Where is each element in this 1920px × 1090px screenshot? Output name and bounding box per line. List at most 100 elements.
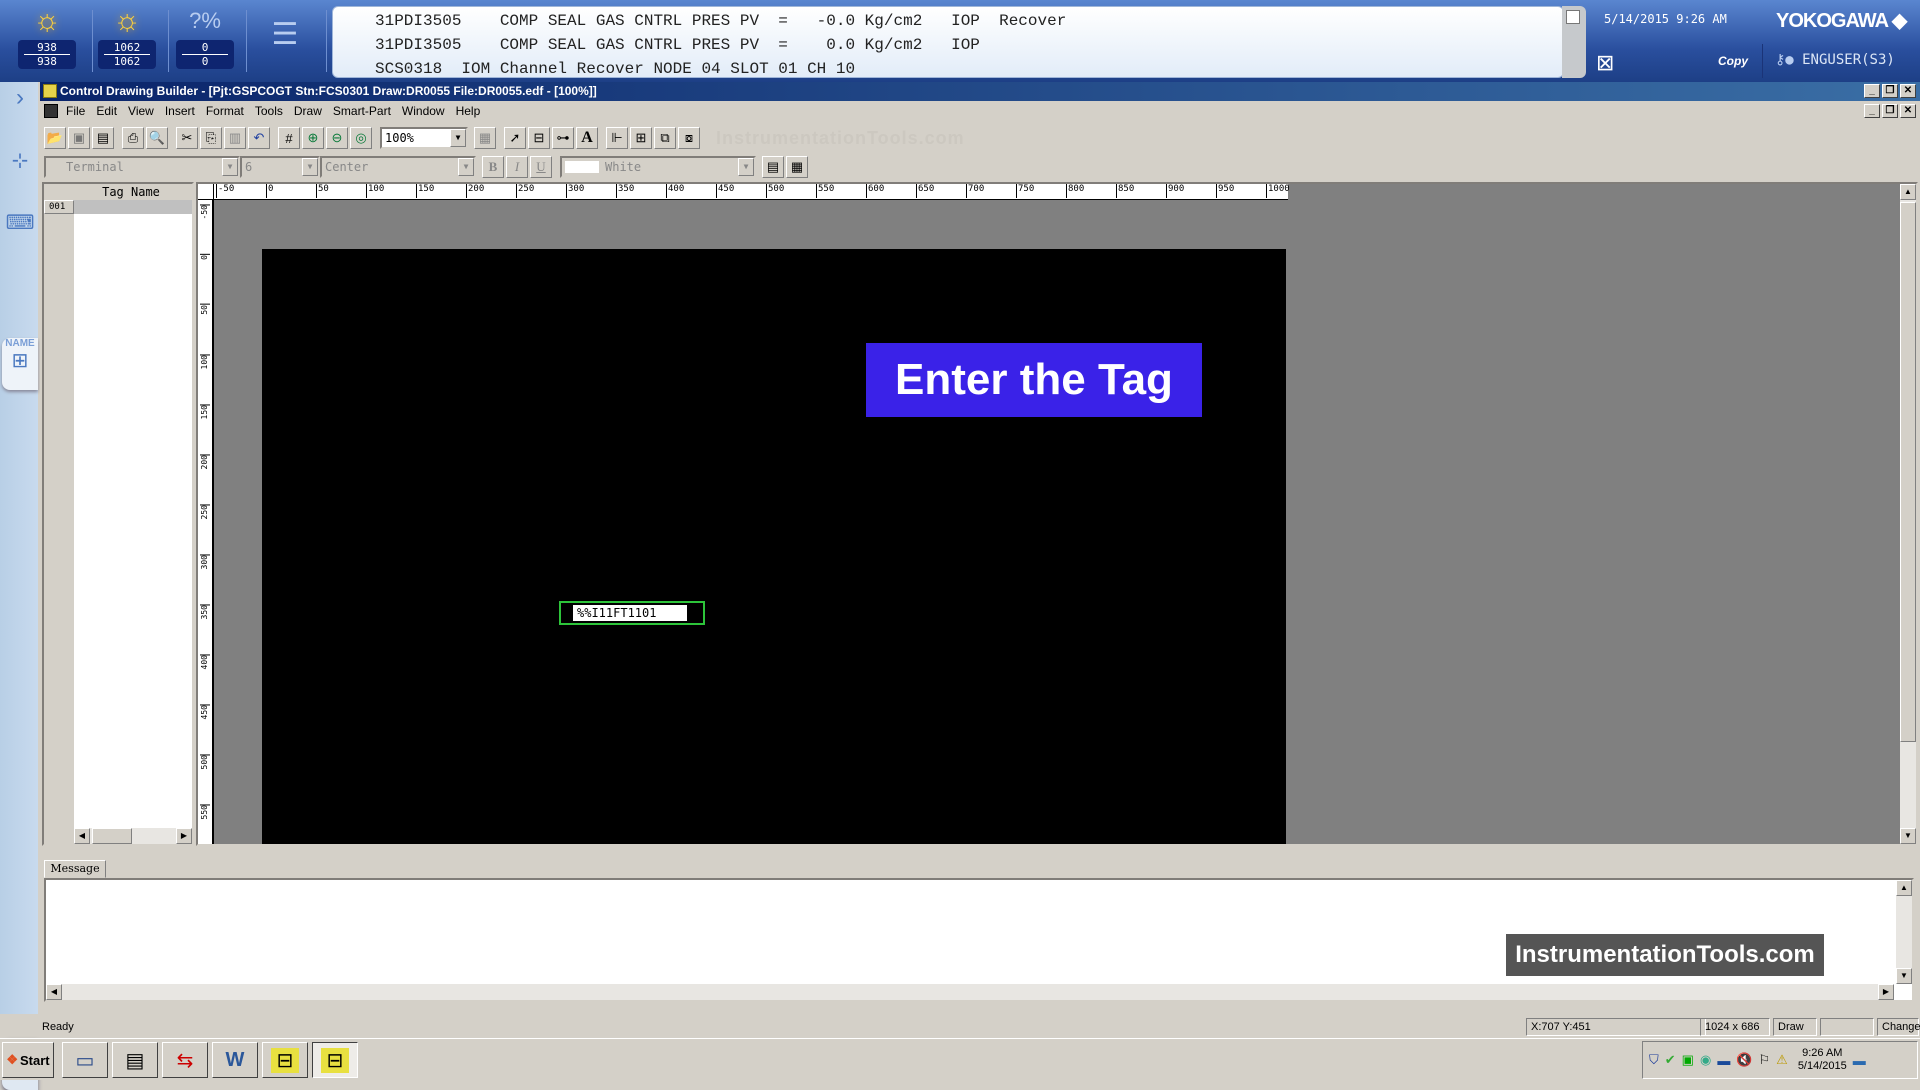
drawing-sheet[interactable]: Enter the Tag %%I11FT1101 bbox=[262, 249, 1286, 844]
close-button[interactable]: ✕ bbox=[1900, 84, 1916, 98]
scroll-right-button[interactable]: ▶ bbox=[1878, 984, 1894, 1000]
print-button[interactable]: ⎙ bbox=[122, 127, 144, 149]
properties-button[interactable]: ▦ bbox=[474, 127, 496, 149]
menu-draw[interactable]: Draw bbox=[294, 104, 322, 118]
cut-button[interactable]: ✂ bbox=[176, 127, 198, 149]
zoom-select[interactable]: 100% ▼ bbox=[380, 127, 468, 149]
font-size-select[interactable]: 6 ▼ bbox=[240, 156, 320, 178]
menu-tools[interactable]: Tools bbox=[255, 104, 283, 118]
menu-insert[interactable]: Insert bbox=[165, 104, 195, 118]
action-center-flag-icon[interactable]: ⚐ bbox=[1759, 1052, 1771, 1068]
zoom-in-button[interactable]: ⊕ bbox=[302, 127, 324, 149]
usb-safe-remove-icon[interactable]: ✔ bbox=[1665, 1052, 1676, 1068]
taskbar-clock[interactable]: 9:26 AM 5/14/2015 bbox=[1798, 1047, 1847, 1073]
doc-minimize-button[interactable]: _ bbox=[1864, 104, 1880, 118]
title-bar[interactable]: Control Drawing Builder - [Pjt:GSPCOGT S… bbox=[40, 82, 1920, 101]
horizontal-scrollbar[interactable]: ◀ ▶ bbox=[74, 828, 192, 844]
hardcopy-disabled-icon[interactable]: ⊠ bbox=[1596, 50, 1614, 76]
italic-button[interactable]: I bbox=[506, 156, 528, 178]
taskbar-word-app[interactable]: W bbox=[212, 1042, 258, 1078]
menu-smart-part[interactable]: Smart-Part bbox=[333, 104, 391, 118]
alarm-message[interactable]: 31PDI3505 COMP SEAL GAS CNTRL PRES PV = … bbox=[375, 33, 1563, 57]
zoom-fit-button[interactable]: ◎ bbox=[350, 127, 372, 149]
drawing-canvas-area[interactable]: Enter the Tag %%I11FT1101 -50 0 50 100 150 20… bbox=[196, 182, 1918, 846]
row-number[interactable]: 001 bbox=[44, 200, 74, 214]
scroll-up-button[interactable]: ▲ bbox=[1900, 184, 1916, 200]
undo-button[interactable]: ↶ bbox=[248, 127, 270, 149]
copy-tool-button[interactable]: ⎘ bbox=[200, 127, 222, 149]
font-name-select[interactable]: Terminal ▼ bbox=[44, 156, 240, 178]
alarm-list-expand-button[interactable] bbox=[1562, 6, 1586, 78]
user-button[interactable]: ⚷● ENGUSER(S3) bbox=[1775, 52, 1895, 68]
system-alarm-button[interactable]: ☼ 1062 1062 bbox=[92, 4, 162, 78]
network-icon[interactable]: ⊹ bbox=[4, 148, 36, 173]
scroll-thumb[interactable] bbox=[1900, 202, 1916, 742]
operator-guide-button[interactable]: ?% 00 bbox=[170, 4, 240, 78]
menu-file[interactable]: File bbox=[66, 104, 85, 118]
function-block-button[interactable]: ⊟ bbox=[528, 127, 550, 149]
name-input-label[interactable]: NAME bbox=[4, 338, 36, 349]
document-icon[interactable] bbox=[44, 104, 58, 118]
align-button[interactable]: ⊩ bbox=[606, 127, 628, 149]
tag-text[interactable]: %%I11FT1101 bbox=[573, 605, 687, 621]
alarm-message[interactable]: 31PDI3505 COMP SEAL GAS CNTRL PRES PV = … bbox=[375, 9, 1563, 33]
data-object-selected[interactable]: %%I11FT1101 bbox=[559, 601, 705, 625]
print-preview-button[interactable]: 🔍 bbox=[146, 127, 168, 149]
select-tool-button[interactable]: ➚ bbox=[504, 127, 526, 149]
doc-restore-button[interactable]: ❐ bbox=[1882, 104, 1898, 118]
scroll-down-button[interactable]: ▼ bbox=[1896, 968, 1912, 984]
scroll-thumb[interactable] bbox=[92, 828, 132, 844]
alignment-select[interactable]: Center ▼ bbox=[320, 156, 476, 178]
expand-arrow-icon[interactable]: › bbox=[4, 84, 36, 112]
scroll-left-button[interactable]: ◀ bbox=[74, 828, 90, 844]
doc-close-button[interactable]: ✕ bbox=[1900, 104, 1916, 118]
message-output[interactable]: InstrumentationTools.com ▲ ▼ ◀ ▶ bbox=[44, 878, 1914, 1002]
text-frame-button[interactable]: ▤ bbox=[762, 156, 784, 178]
keyboard-icon[interactable]: ⌨ bbox=[4, 210, 36, 235]
menu-format[interactable]: Format bbox=[206, 104, 244, 118]
menu-help[interactable]: Help bbox=[456, 104, 481, 118]
save-download-button[interactable]: ▤ bbox=[92, 127, 114, 149]
network-warning-icon[interactable]: ⚠ bbox=[1776, 1052, 1788, 1068]
color-select[interactable]: White ▼ bbox=[560, 156, 756, 178]
network-sync-icon[interactable]: ◉ bbox=[1700, 1052, 1711, 1068]
tab-message[interactable]: Message bbox=[44, 860, 106, 878]
horizontal-scrollbar[interactable]: ◀ ▶ bbox=[46, 984, 1894, 1000]
text-tool-button[interactable]: A bbox=[576, 127, 598, 149]
taskbar-system-view-app[interactable]: ⇆ bbox=[162, 1042, 208, 1078]
save-button[interactable]: ▣ bbox=[68, 127, 90, 149]
menu-edit[interactable]: Edit bbox=[96, 104, 117, 118]
alarm-message-list[interactable]: 31PDI3505 COMP SEAL GAS CNTRL PRES PV = … bbox=[332, 6, 1564, 78]
group-button[interactable]: ⧉ bbox=[654, 127, 676, 149]
grid-button[interactable]: # bbox=[278, 127, 300, 149]
taskbar-builder-app[interactable]: ⊟ bbox=[262, 1042, 308, 1078]
paste-button[interactable]: ▥ bbox=[224, 127, 246, 149]
table-button[interactable]: ▦ bbox=[786, 156, 808, 178]
display-icon[interactable]: ▬ bbox=[1717, 1053, 1730, 1068]
volume-muted-icon[interactable]: 🔇 bbox=[1736, 1052, 1752, 1068]
antivirus-icon[interactable]: ⛉ bbox=[1649, 1052, 1659, 1068]
taskbar-control-drawing-builder[interactable]: ⊟ bbox=[312, 1042, 358, 1078]
copy-button[interactable]: Copy bbox=[1718, 54, 1748, 68]
taskbar-document-app[interactable]: ▤ bbox=[112, 1042, 158, 1078]
scroll-right-button[interactable]: ▶ bbox=[176, 828, 192, 844]
open-button[interactable]: 📂 bbox=[44, 127, 66, 149]
zoom-out-button[interactable]: ⊖ bbox=[326, 127, 348, 149]
wiring-button[interactable]: ⊶ bbox=[552, 127, 574, 149]
start-button[interactable]: ❖ Start bbox=[2, 1042, 54, 1078]
scroll-down-button[interactable]: ▼ bbox=[1900, 828, 1916, 844]
ungroup-button[interactable]: ⧇ bbox=[678, 127, 700, 149]
hp-icon[interactable]: ▣ bbox=[1682, 1052, 1694, 1068]
menu-window[interactable]: Window bbox=[402, 104, 445, 118]
vertical-scrollbar[interactable]: ▲ ▼ bbox=[1896, 880, 1912, 984]
process-alarm-button[interactable]: ☼ 938 938 bbox=[12, 4, 82, 78]
tag-list-body[interactable] bbox=[74, 214, 192, 828]
show-desktop-icon[interactable]: ▬ bbox=[1853, 1053, 1866, 1068]
alarm-message[interactable]: SCS0318 IOM Channel Recover NODE 04 SLOT… bbox=[375, 57, 1563, 81]
restore-button[interactable]: ❐ bbox=[1882, 84, 1898, 98]
scroll-up-button[interactable]: ▲ bbox=[1896, 880, 1912, 896]
minimize-button[interactable]: _ bbox=[1864, 84, 1880, 98]
underline-button[interactable]: U bbox=[530, 156, 552, 178]
message-monitor-button[interactable]: ☰ bbox=[250, 4, 320, 78]
menu-view[interactable]: View bbox=[128, 104, 154, 118]
